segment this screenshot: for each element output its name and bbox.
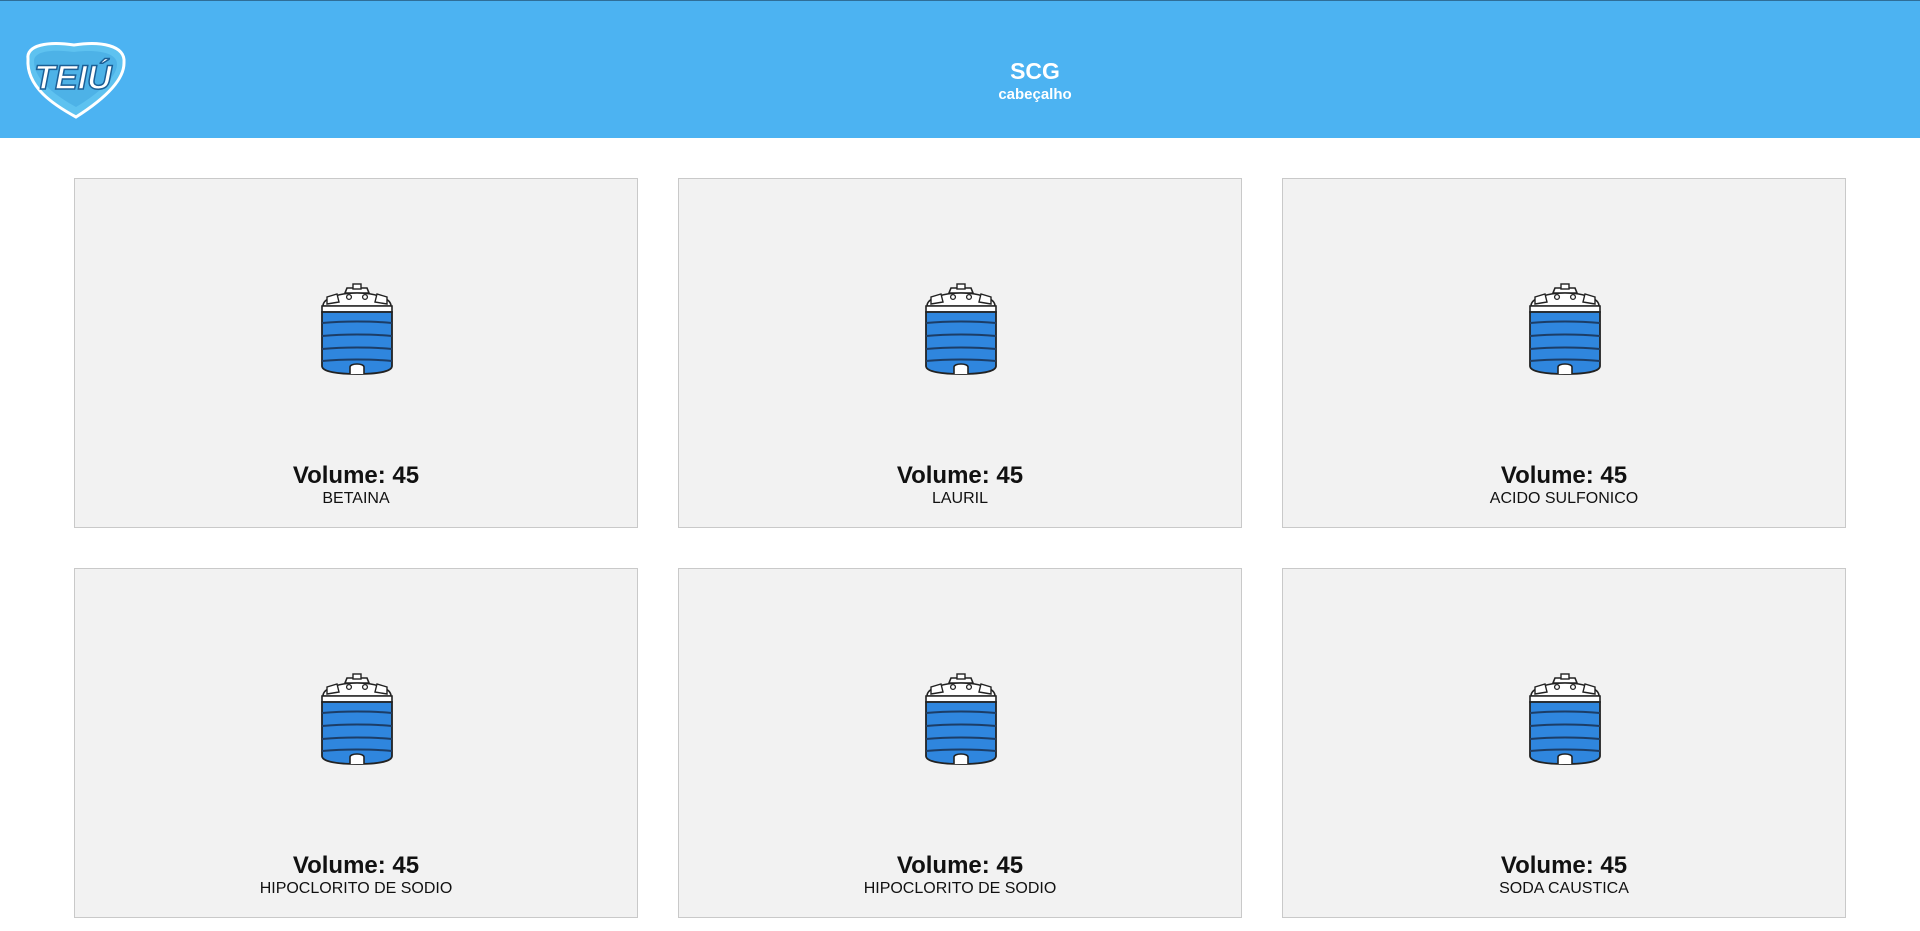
- volume-label: Volume: 45: [1500, 462, 1628, 489]
- product-name: BETAINA: [322, 490, 390, 507]
- product-name: LAURIL: [931, 490, 989, 507]
- product-name: HIPOCLORITO DE SODIO: [259, 880, 453, 897]
- product-name: SODA CAUSTICA: [1499, 880, 1629, 897]
- tank-card[interactable]: Volume: 45 HIPOCLORITO DE SODIO: [74, 568, 638, 918]
- water-tank-icon: [1521, 670, 1609, 766]
- volume-label: Volume: 45: [292, 852, 420, 879]
- tank-card[interactable]: Volume: 45 BETAINA: [74, 178, 638, 528]
- tank-card[interactable]: Volume: 45 HIPOCLORITO DE SODIO: [678, 568, 1242, 918]
- volume-label: Volume: 45: [292, 462, 420, 489]
- tank-card[interactable]: Volume: 45 LAURIL: [678, 178, 1242, 528]
- water-tank-icon: [917, 280, 1005, 376]
- app-header: TEIÚ SCG cabeçalho: [0, 0, 1920, 138]
- page-title: SCG: [1010, 58, 1060, 84]
- water-tank-icon: [1521, 280, 1609, 376]
- tank-card[interactable]: Volume: 45 ACIDO SULFONICO: [1282, 178, 1846, 528]
- page-subtitle: cabeçalho: [998, 86, 1072, 103]
- logo-text: TEIÚ: [34, 59, 113, 97]
- header-text: SCG cabeçalho: [0, 57, 1920, 104]
- water-tank-icon: [917, 670, 1005, 766]
- product-name: ACIDO SULFONICO: [1489, 490, 1639, 507]
- volume-label: Volume: 45: [1500, 852, 1628, 879]
- volume-label: Volume: 45: [896, 462, 1024, 489]
- volume-label: Volume: 45: [896, 852, 1024, 879]
- water-tank-icon: [313, 670, 401, 766]
- tank-card[interactable]: Volume: 45 SODA CAUSTICA: [1282, 568, 1846, 918]
- product-name: HIPOCLORITO DE SODIO: [863, 880, 1057, 897]
- water-tank-icon: [313, 280, 401, 376]
- teiu-logo[interactable]: TEIÚ: [18, 39, 130, 119]
- tank-grid: Volume: 45 BETAINA Volume: 45 LAURIL Vol…: [74, 178, 1846, 918]
